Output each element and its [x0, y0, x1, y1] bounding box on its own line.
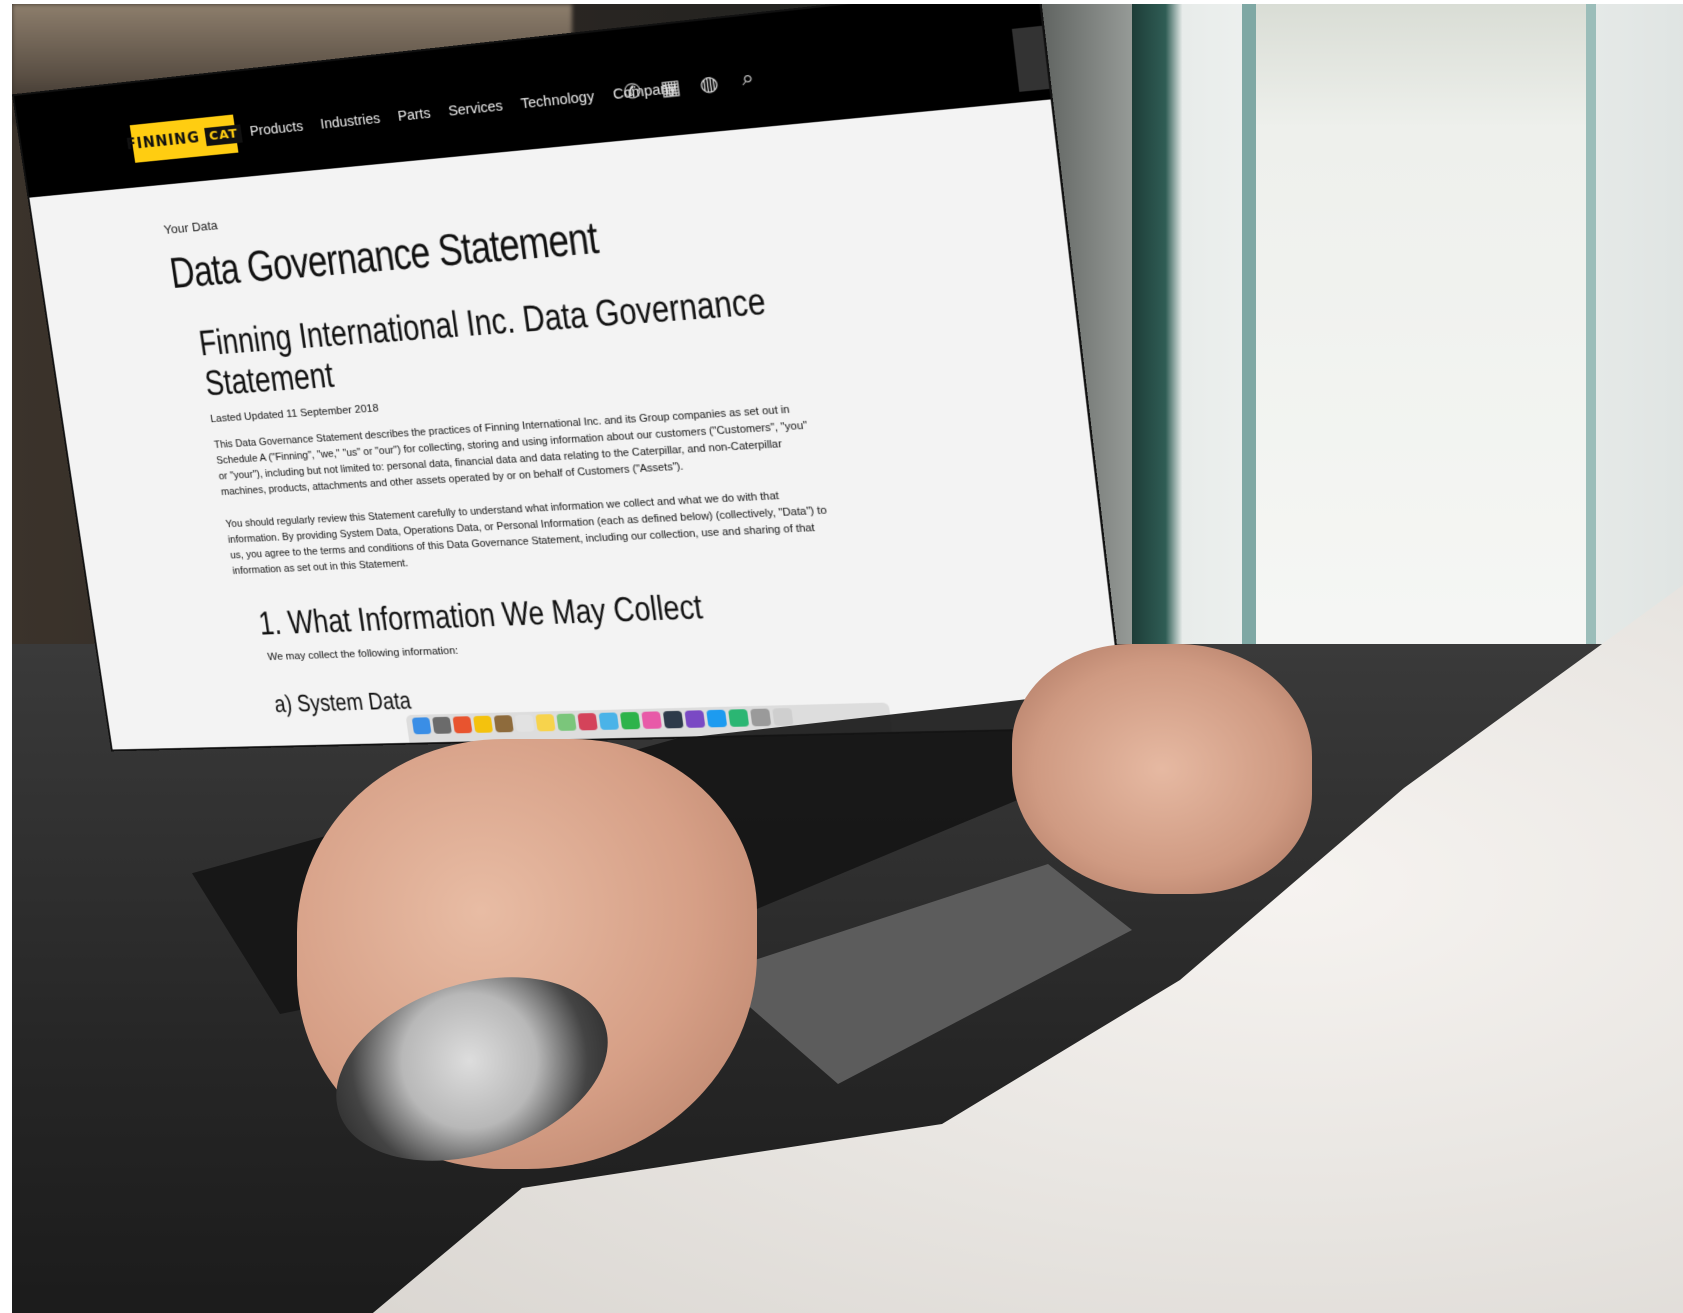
- dock-app-icon[interactable]: [494, 715, 514, 732]
- review-paragraph: You should regularly review this Stateme…: [225, 486, 835, 580]
- page-content: Your Data Data Governance Statement Finn…: [163, 152, 1008, 720]
- globe-icon[interactable]: ◍: [695, 70, 724, 98]
- dock-app-icon[interactable]: [620, 712, 641, 730]
- dock-app-icon[interactable]: [663, 711, 684, 729]
- dock-app-icon[interactable]: [684, 710, 705, 728]
- dock-app-icon[interactable]: [599, 712, 620, 730]
- nav-technology[interactable]: Technology: [520, 88, 595, 111]
- page-title: Data Governance Statement: [167, 196, 767, 298]
- dock-app-icon[interactable]: [514, 715, 534, 732]
- dock-app-icon[interactable]: [473, 716, 493, 733]
- dock-app-icon[interactable]: [577, 713, 597, 730]
- dock-app-icon[interactable]: [750, 709, 771, 727]
- window-frame: [1242, 4, 1596, 694]
- section-1-heading: 1. What Information We May Collect: [256, 581, 824, 642]
- dock-app-icon[interactable]: [728, 709, 749, 727]
- nav-industries[interactable]: Industries: [319, 110, 381, 132]
- dock-app-icon[interactable]: [556, 714, 576, 731]
- dock-app-icon[interactable]: [412, 717, 432, 734]
- dock-app-icon[interactable]: [453, 716, 473, 733]
- photo-scene: FINNING CAT Products Industries Parts Se…: [12, 4, 1683, 1313]
- nav-services[interactable]: Services: [447, 97, 503, 118]
- side-tab[interactable]: [1012, 26, 1050, 92]
- grid-icon[interactable]: ▦: [656, 74, 685, 102]
- logo-text: FINNING: [125, 129, 201, 153]
- trash-icon[interactable]: [772, 708, 793, 726]
- nav-icons: ✆ ▦ ◍ ⌕: [618, 66, 762, 106]
- phone-icon[interactable]: ✆: [618, 78, 647, 106]
- dock-app-icon[interactable]: [641, 711, 662, 729]
- right-hand: [1012, 644, 1312, 894]
- finning-cat-logo[interactable]: FINNING CAT: [130, 115, 239, 163]
- nav-parts[interactable]: Parts: [397, 105, 432, 124]
- dock-app-icon[interactable]: [432, 717, 452, 734]
- nav-products[interactable]: Products: [249, 118, 304, 139]
- cat-badge: CAT: [204, 124, 243, 146]
- laptop-screen: FINNING CAT Products Industries Parts Se…: [14, 4, 1124, 749]
- search-icon[interactable]: ⌕: [733, 66, 762, 94]
- dock-app-icon[interactable]: [535, 714, 555, 731]
- main-nav: Products Industries Parts Services Techn…: [249, 80, 677, 139]
- dock-app-icon[interactable]: [706, 710, 727, 728]
